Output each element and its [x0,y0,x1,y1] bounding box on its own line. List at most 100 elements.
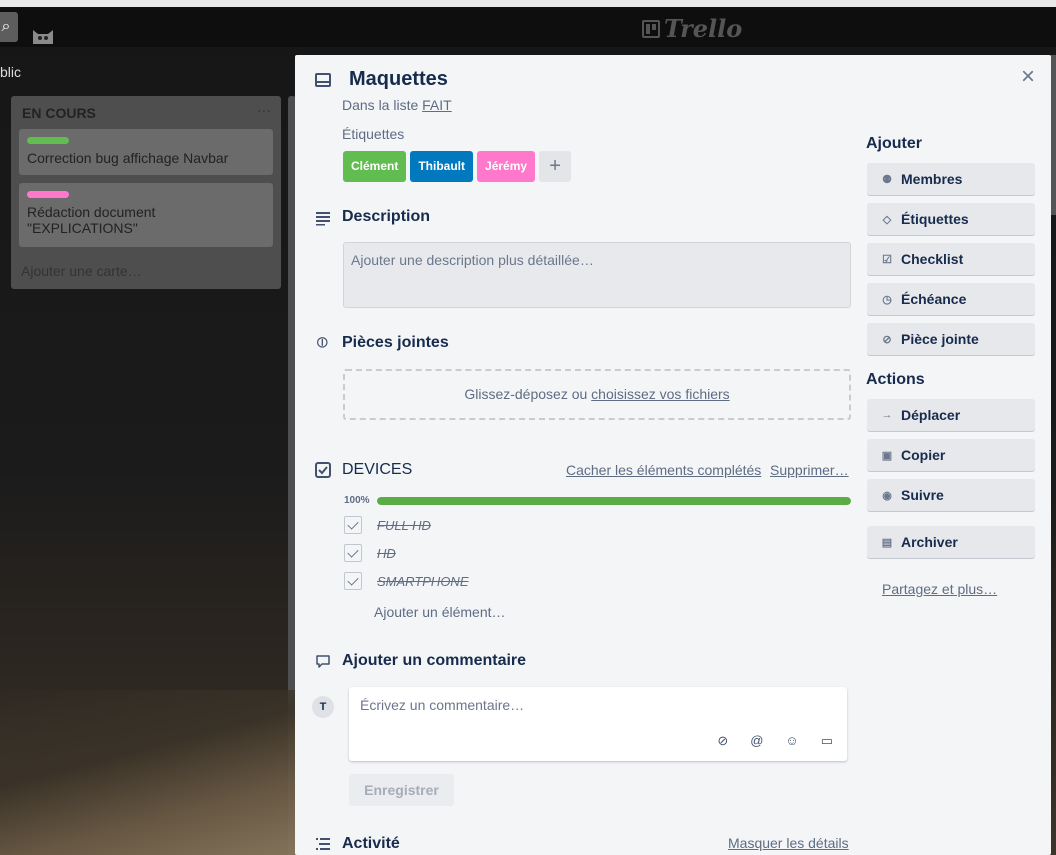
description-input[interactable]: Ajouter une description plus détaillée… [343,242,851,308]
arrow-right-icon: → [881,409,893,421]
due-date-label: Échéance [901,291,967,307]
copy-icon: ▣ [881,449,893,462]
actions-section-title: Actions [866,371,925,388]
add-checklist-item[interactable]: Ajouter un élément… [374,604,506,620]
list-en-cours: EN COURS ··· Correction bug affichage Na… [11,96,281,289]
labels-label: Étiquettes [901,211,969,227]
checkbox-checked[interactable] [344,516,362,534]
list-menu-icon[interactable]: ··· [257,102,271,118]
add-card-link[interactable]: Ajouter une carte… [21,263,142,279]
add-label-button[interactable]: + [539,151,572,182]
due-date-button[interactable]: ◷ Échéance [867,283,1035,315]
checklist-progress-fill [377,497,851,505]
add-section-title: Ajouter [866,135,922,152]
label-jeremy[interactable]: Jérémy [477,151,536,182]
checklist-label: Checklist [901,251,964,267]
trello-wordmark: Trello [664,14,743,43]
checklist-item-text[interactable]: FULL HD [377,518,431,533]
checklist-icon [315,462,331,478]
board-visibility[interactable]: blic [0,64,21,80]
watch-button[interactable]: ◉ Suivre [867,479,1035,511]
trello-logo[interactable]: Trello [642,14,742,43]
comment-title: Ajouter un commentaire [342,652,527,669]
members-button[interactable]: ⚉ Membres [867,163,1035,195]
move-button[interactable]: → Déplacer [867,399,1035,431]
list-card[interactable]: Correction bug affichage Navbar [19,129,273,175]
dropzone-text: Glissez-déposez ou [464,386,588,402]
card-detail-modal: × Maquettes Dans la liste FAIT Étiquette… [295,55,1051,855]
card-label [27,191,69,198]
delete-checklist-link[interactable]: Supprimer… [770,462,849,478]
archive-icon: ▤ [881,536,893,549]
checklist-item[interactable]: SMARTPHONE [344,571,469,591]
archive-label: Archiver [901,534,958,550]
checklist-title[interactable]: DEVICES [342,461,412,479]
checklist-item[interactable]: HD [344,543,396,563]
copy-button[interactable]: ▣ Copier [867,439,1035,471]
in-list-prefix: Dans la liste [342,97,419,113]
attach-icon[interactable]: ⊘ [717,733,728,749]
checklist-percent: 100% [344,495,370,506]
move-label: Déplacer [901,407,961,423]
labels-heading: Étiquettes [342,126,405,142]
comment-tools: ⊘ @ ☺ ▭ [717,733,833,749]
close-icon[interactable]: × [1016,65,1040,89]
checklist-progress-bar [377,497,851,505]
archive-button[interactable]: ▤ Archiver [867,526,1035,558]
description-title: Description [342,208,431,225]
paperclip-icon: ⊘ [311,331,334,354]
card-text: Correction bug affichage Navbar [27,150,229,166]
label-thibault[interactable]: Thibault [410,151,474,182]
checkbox-icon: ☑ [882,253,892,266]
tag-icon: ◇ [882,213,892,226]
list-name-link[interactable]: FAIT [422,97,452,113]
checklist-item[interactable]: FULL HD [344,515,431,535]
choose-files-link[interactable]: choisissez vos fichiers [591,386,730,402]
cat-logo-icon [33,30,53,44]
comment-icon [316,655,330,668]
checkbox-checked[interactable] [344,544,362,562]
checklist-button[interactable]: ☑ Checklist [867,243,1035,275]
board-header-bar [0,7,1056,47]
description-icon [316,212,330,226]
card-label [27,137,69,144]
clock-icon: ◷ [882,293,892,306]
card-text: Rédaction document "EXPLICATIONS" [27,204,156,236]
hide-completed-link[interactable]: Cacher les éléments complétés [566,462,761,478]
attachment-dropzone[interactable]: Glissez-déposez ou choisissez vos fichie… [343,369,851,420]
labels-row: Clément Thibault Jérémy + [343,151,572,182]
label-clement[interactable]: Clément [343,151,407,182]
paperclip-icon: ⊘ [882,333,892,346]
watch-label: Suivre [901,487,944,503]
list-title[interactable]: EN COURS [22,105,96,121]
search-icon[interactable]: ⌕ [0,12,18,42]
mention-icon[interactable]: @ [750,733,763,749]
labels-button[interactable]: ◇ Étiquettes [867,203,1035,235]
card-icon [315,73,331,87]
copy-label: Copier [901,447,946,463]
attachment-label: Pièce jointe [901,331,979,347]
checklist-item-text[interactable]: SMARTPHONE [377,574,469,589]
share-more-link[interactable]: Partagez et plus… [882,581,997,597]
avatar[interactable]: T [312,696,334,718]
in-list-info: Dans la liste FAIT [342,97,452,113]
save-comment-button[interactable]: Enregistrer [349,774,454,806]
person-icon: ⚉ [882,173,892,186]
members-label: Membres [901,171,963,187]
attachment-button[interactable]: ⊘ Pièce jointe [867,323,1035,355]
hide-details-link[interactable]: Masquer les détails [728,835,849,851]
activity-icon [316,838,330,850]
comment-placeholder: Écrivez un commentaire… [360,697,525,713]
activity-title: Activité [342,835,400,852]
comment-input[interactable]: Écrivez un commentaire… ⊘ @ ☺ ▭ [349,687,847,761]
trello-mark-icon [642,19,660,38]
checkbox-checked[interactable] [344,572,362,590]
background-book-image [0,690,300,855]
emoji-icon[interactable]: ☺ [785,733,798,749]
eye-icon: ◉ [882,489,892,502]
card-link-icon[interactable]: ▭ [821,733,833,749]
card-title[interactable]: Maquettes [349,68,448,91]
checklist-item-text[interactable]: HD [377,546,396,561]
list-card[interactable]: Rédaction document "EXPLICATIONS" [19,183,273,247]
attachments-title: Pièces jointes [342,334,449,351]
